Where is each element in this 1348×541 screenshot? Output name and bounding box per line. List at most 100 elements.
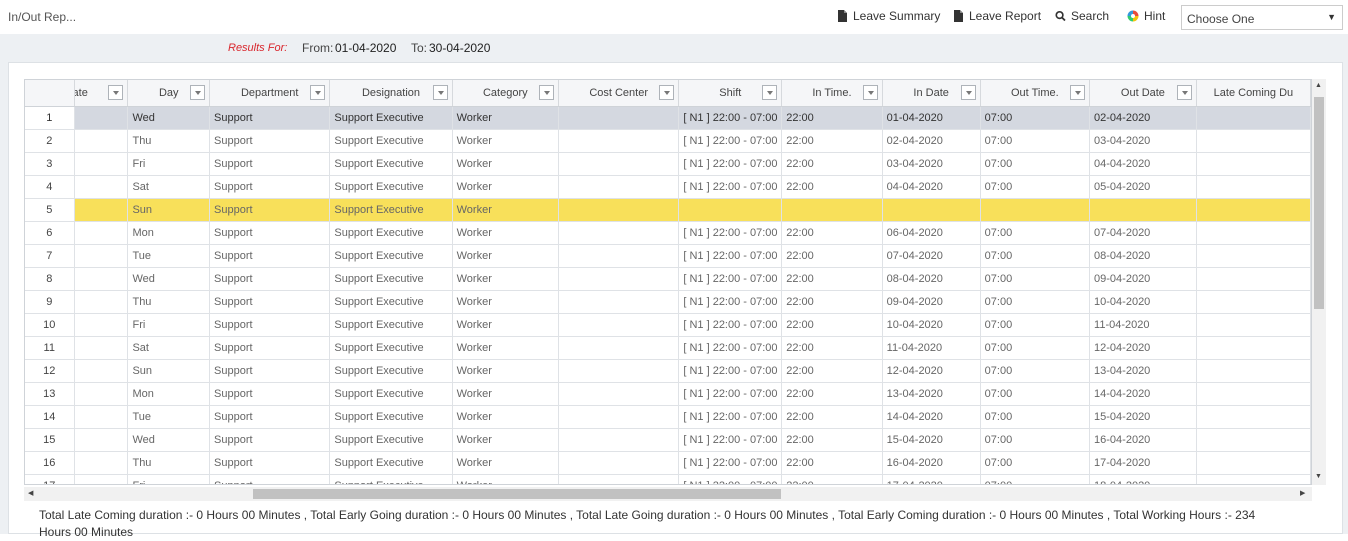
- column-header-cost-center[interactable]: Cost Center: [558, 80, 680, 107]
- column-header-late-coming-du[interactable]: Late Coming Du: [1196, 80, 1311, 107]
- cell-in-date: 16-04-2020: [882, 451, 981, 475]
- filter-dropdown-icon[interactable]: [762, 85, 778, 100]
- cell-in-time: 22:00: [781, 359, 883, 383]
- table-row[interactable]: 4 Sat Support Support Executive Worker [ N1 ]…: [25, 175, 1311, 199]
- column-header-designation[interactable]: Designation: [329, 80, 453, 107]
- cell-cat: Worker: [452, 428, 559, 452]
- table-row[interactable]: 16 Thu Support Support Executive Worker [ N1 …: [25, 451, 1311, 475]
- filter-dropdown-icon[interactable]: [1070, 85, 1086, 100]
- scroll-up-icon[interactable]: ▲: [1315, 82, 1322, 89]
- cell-desig: Support Executive: [329, 152, 453, 176]
- cell-out-date: 12-04-2020: [1089, 336, 1197, 360]
- choose-one-select[interactable]: Choose One ▼: [1181, 5, 1343, 30]
- totals-summary: Total Late Coming duration :- 0 Hours 00…: [39, 508, 1256, 539]
- table-row[interactable]: 12 Sun Support Support Executive Worker [ N1 …: [25, 359, 1311, 383]
- cell-cat: Worker: [452, 405, 559, 429]
- table-row[interactable]: 9 Thu Support Support Executive Worker [ N1 ]…: [25, 290, 1311, 314]
- cell-out-time: 07:00: [980, 267, 1091, 291]
- cell-late: [1196, 290, 1311, 314]
- cell-dept: Support: [209, 129, 331, 153]
- horizontal-scrollbar[interactable]: ◀ ▶: [24, 487, 1312, 501]
- cell-dept: Support: [209, 198, 331, 222]
- cell-cat: Worker: [452, 290, 559, 314]
- table-row[interactable]: 11 Sat Support Support Executive Worker [ N1 …: [25, 336, 1311, 360]
- cell-shift: [ N1 ] 22:00 - 07:00: [678, 405, 783, 429]
- table-row[interactable]: 5 Sun Support Support Executive Worker: [25, 198, 1311, 222]
- cell-date: [74, 244, 129, 268]
- vertical-scroll-thumb[interactable]: [1314, 97, 1324, 309]
- cell-cost: [558, 313, 680, 337]
- horizontal-scroll-thumb[interactable]: [253, 489, 781, 499]
- cell-in-date: 14-04-2020: [882, 405, 981, 429]
- cell-late: [1196, 129, 1311, 153]
- row-number: 2: [25, 129, 75, 153]
- cell-late: [1196, 221, 1311, 245]
- filter-dropdown-icon[interactable]: [190, 85, 206, 100]
- vertical-scrollbar[interactable]: ▲ ▼: [1312, 79, 1326, 485]
- cell-date: [74, 474, 129, 484]
- table-row[interactable]: 8 Wed Support Support Executive Worker [ N1 ]…: [25, 267, 1311, 291]
- leave-report-button[interactable]: Leave Report: [953, 9, 1041, 23]
- filter-dropdown-icon[interactable]: [659, 85, 675, 100]
- search-button[interactable]: Search: [1055, 9, 1109, 23]
- table-row[interactable]: 10 Fri Support Support Executive Worker [ N1 …: [25, 313, 1311, 337]
- cell-cat: Worker: [452, 106, 559, 130]
- column-header-label: Department: [240, 86, 299, 99]
- row-number: 9: [25, 290, 75, 314]
- cell-out-date: [1089, 198, 1197, 222]
- table-row[interactable]: 3 Fri Support Support Executive Worker [ N1 ]…: [25, 152, 1311, 176]
- cell-shift: [ N1 ] 22:00 - 07:00: [678, 428, 783, 452]
- search-icon: [1055, 10, 1066, 22]
- table-row[interactable]: 6 Mon Support Support Executive Worker [ N1 ]…: [25, 221, 1311, 245]
- filter-dropdown-icon[interactable]: [432, 85, 448, 100]
- column-header-shift[interactable]: Shift: [678, 80, 783, 107]
- column-header-out-date[interactable]: Out Date: [1089, 80, 1197, 107]
- cell-late: [1196, 451, 1311, 475]
- scroll-right-icon[interactable]: ▶: [1300, 489, 1305, 497]
- cell-late: [1196, 336, 1311, 360]
- cell-desig: Support Executive: [329, 336, 453, 360]
- scroll-down-icon[interactable]: ▼: [1315, 473, 1322, 480]
- table-row[interactable]: 15 Wed Support Support Executive Worker [ N1 …: [25, 428, 1311, 452]
- cell-dept: Support: [209, 451, 331, 475]
- cell-late: [1196, 359, 1311, 383]
- document-icon: [838, 10, 847, 22]
- column-header-out-time[interactable]: Out Time.: [980, 80, 1091, 107]
- row-number: 14: [25, 405, 75, 429]
- cell-in-time: 22:00: [781, 405, 883, 429]
- filter-dropdown-icon[interactable]: [960, 85, 976, 100]
- filter-dropdown-icon[interactable]: [1176, 85, 1192, 100]
- table-row[interactable]: 2 Thu Support Support Executive Worker [ N1 ]…: [25, 129, 1311, 153]
- cell-day: Thu: [127, 129, 211, 153]
- column-header-in-time[interactable]: In Time.: [781, 80, 883, 107]
- cell-out-date: 14-04-2020: [1089, 382, 1197, 406]
- scroll-left-icon[interactable]: ◀: [28, 489, 33, 497]
- cell-late: [1196, 152, 1311, 176]
- filter-dropdown-icon[interactable]: [310, 85, 326, 100]
- filter-dropdown-icon[interactable]: [862, 85, 878, 100]
- column-header-in-date[interactable]: In Date: [882, 80, 981, 107]
- cell-shift: [ N1 ] 22:00 - 07:00: [678, 336, 783, 360]
- hint-button[interactable]: Hint: [1127, 9, 1165, 23]
- column-header-ate[interactable]: ate: [74, 80, 129, 107]
- table-row[interactable]: 13 Mon Support Support Executive Worker [ N1 …: [25, 382, 1311, 406]
- table-row[interactable]: 1 Wed Support Support Executive Worker [ N1 ]…: [25, 106, 1311, 130]
- column-header-category[interactable]: Category: [452, 80, 559, 107]
- cell-out-time: 07:00: [980, 382, 1091, 406]
- cell-cat: Worker: [452, 359, 559, 383]
- filter-dropdown-icon[interactable]: [538, 85, 554, 100]
- column-header-day[interactable]: Day: [127, 80, 211, 107]
- filter-dropdown-icon[interactable]: [108, 85, 124, 100]
- leave-summary-button[interactable]: Leave Summary: [837, 9, 940, 23]
- cell-desig: Support Executive: [329, 474, 453, 484]
- table-row[interactable]: 7 Tue Support Support Executive Worker [ N1 ]…: [25, 244, 1311, 268]
- cell-in-time: 22:00: [781, 428, 883, 452]
- cell-date: [74, 290, 129, 314]
- cell-in-time: 22:00: [781, 129, 883, 153]
- cell-cost: [558, 152, 680, 176]
- cell-in-date: [882, 198, 981, 222]
- cell-desig: Support Executive: [329, 428, 453, 452]
- table-row[interactable]: 17 FriSupportSupport ExecutiveWorker [ N1 …: [25, 474, 1311, 484]
- column-header-department[interactable]: Department: [209, 80, 331, 107]
- table-row[interactable]: 14 Tue Support Support Executive Worker [ N1 …: [25, 405, 1311, 429]
